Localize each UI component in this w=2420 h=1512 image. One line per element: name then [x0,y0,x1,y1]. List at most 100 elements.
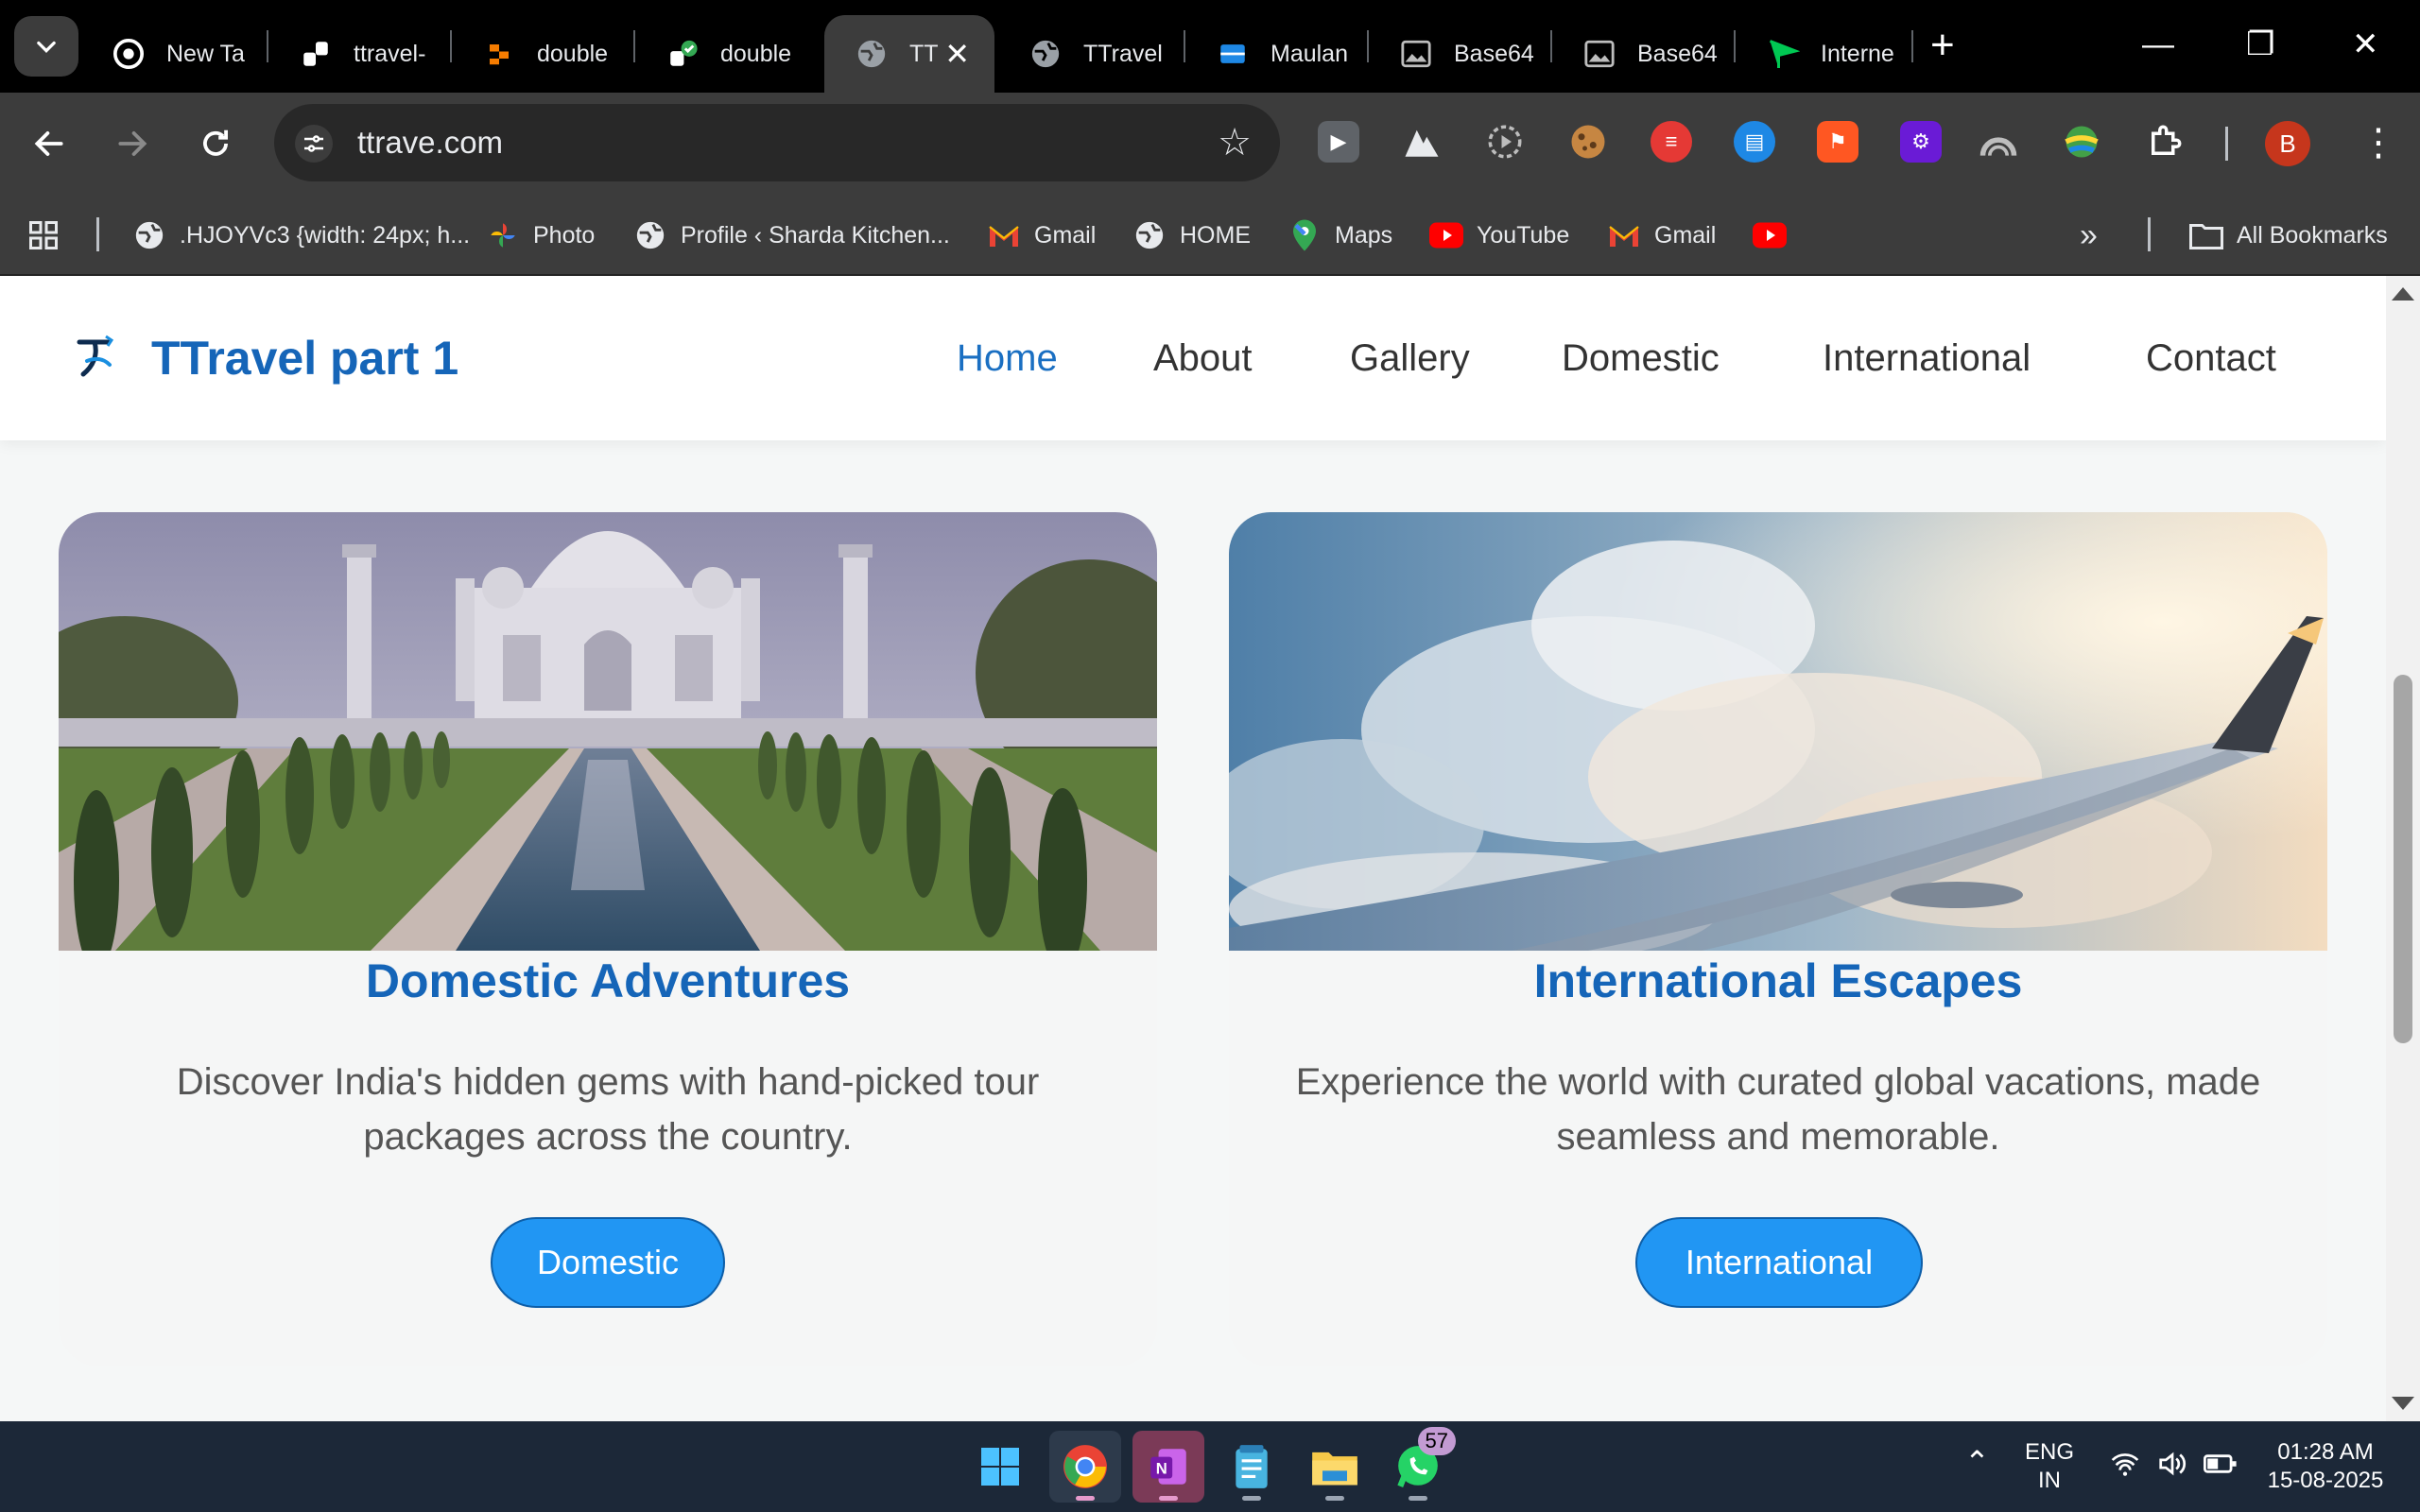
globe-icon [855,37,889,71]
site-header: TTravel part 1 Home About Gallery Domest… [0,276,2386,440]
show-hidden-icons-button[interactable]: ⌃ [1964,1447,1990,1477]
extension-gear-icon[interactable]: ⚙ [1900,121,1942,163]
nav-international[interactable]: International [1823,276,2031,440]
scrollbar-thumb[interactable] [2394,675,2412,1043]
battery-icon [2204,1454,2237,1473]
tab-title: New Ta [166,40,245,67]
bookmark-label: Gmail [1034,221,1097,249]
url-text[interactable]: ttrave.com [357,104,503,181]
checkmark-app-icon [666,37,700,71]
tab-internet[interactable]: Interne [1736,15,1911,93]
reload-button[interactable] [193,121,238,166]
extension-mountain-icon[interactable] [1401,121,1443,163]
extensions-puzzle-icon[interactable] [2144,121,2186,163]
restore-button[interactable]: ❐ [2246,23,2274,66]
scroll-down-arrow-icon[interactable] [2392,1397,2414,1410]
new-tab-button[interactable]: + [1930,25,1955,66]
extension-cookie-icon[interactable] [1567,121,1609,163]
folder-icon [2189,218,2223,252]
photos-pinwheel-icon [486,218,520,252]
more-bookmarks-button[interactable]: » [2080,195,2098,276]
bookmark-item[interactable]: Gmail [1607,195,1716,276]
site-info-icon[interactable] [295,125,333,163]
youtube-icon [1753,218,1787,252]
reload-icon [203,129,228,156]
tab-double-1[interactable]: double [452,15,633,93]
tab-base64-1[interactable]: Base64 [1369,15,1550,93]
globe-icon [1028,37,1063,71]
extension-arc-icon[interactable] [1978,121,2019,163]
nav-gallery[interactable]: Gallery [1350,276,1470,440]
taskbar-notepad[interactable] [1216,1431,1288,1503]
taskbar-whatsapp[interactable]: 57 [1382,1427,1456,1503]
extension-media-icon[interactable]: ▶ [1318,121,1359,163]
airplane-wing-image [1229,512,2327,951]
bookmark-item[interactable]: Gmail [987,195,1096,276]
bookmarks-bar: .HJOYVc3 {width: 24px; h... Photo Profil… [0,195,2420,276]
start-button[interactable] [964,1431,1036,1503]
bookmark-item[interactable]: Photo [486,195,595,276]
bookmark-item[interactable]: Profile ‹ Sharda Kitchen... [633,195,950,276]
extension-red-icon[interactable]: ≡ [1651,121,1692,163]
orange-app-icon [482,37,516,71]
bookmark-star-icon[interactable]: ☆ [1218,121,1252,164]
close-window-button[interactable]: ✕ [2352,23,2379,66]
card-title: International Escapes [1533,954,2023,1007]
bookmark-item[interactable]: HOME [1132,195,1251,276]
nav-contact[interactable]: Contact [2146,276,2276,440]
site-title[interactable]: TTravel part 1 [151,276,458,440]
tab-double-2[interactable]: double [635,15,817,93]
address-bar[interactable]: ttrave.com ☆ [274,104,1280,181]
apps-grid-button[interactable] [26,195,74,276]
extension-flag-icon[interactable]: ⚑ [1817,121,1858,163]
extension-docs-icon[interactable]: ▤ [1734,121,1775,163]
taskbar-onenote[interactable]: N [1132,1431,1204,1503]
tab-ttravel-repo[interactable]: ttravel- [268,15,450,93]
domestic-button[interactable]: Domestic [491,1217,725,1308]
bookmark-label: Photo [533,221,596,249]
all-bookmarks-button[interactable]: All Bookmarks [2189,195,2388,276]
bookmark-item[interactable]: Maps [1288,195,1392,276]
nav-about[interactable]: About [1153,276,1253,440]
international-card: International Escapes Experience the wor… [1229,512,2327,1366]
gmail-icon [1607,218,1641,252]
chevron-down-icon [37,41,56,53]
scroll-up-arrow-icon[interactable] [2392,287,2414,301]
bookmark-label: Gmail [1654,221,1717,249]
close-icon[interactable]: ✕ [944,36,970,72]
international-button[interactable]: International [1635,1217,1923,1308]
tab-base64-2[interactable]: Base64 [1552,15,1734,93]
globe-icon [1132,218,1167,252]
nav-domestic[interactable]: Domestic [1562,276,1720,440]
chrome-icon [1063,1445,1107,1488]
bookmark-item[interactable] [1753,195,1800,276]
tab-active-ttravel[interactable]: TT ✕ [824,15,994,93]
profile-avatar[interactable]: B [2265,121,2310,166]
tab-new-tab[interactable]: New Ta [81,15,267,93]
youtube-icon [1429,218,1463,252]
taskbar-chrome[interactable] [1049,1431,1121,1503]
tab-title: Interne [1821,40,1894,67]
bookmark-item[interactable]: .HJOYVc3 {width: 24px; h... [132,195,470,276]
taskbar-file-explorer[interactable] [1299,1431,1371,1503]
extension-globe-color-icon[interactable] [2061,121,2102,163]
menu-kebab-icon[interactable]: ⋮ [2360,119,2397,166]
blue-shield-icon [1216,37,1250,71]
bookmark-item[interactable]: YouTube [1429,195,1569,276]
tab-title: TTravel [1083,40,1163,67]
minimize-button[interactable]: — [2142,23,2174,66]
folder-icon [1312,1452,1357,1486]
quick-settings-button[interactable] [2110,1450,2238,1486]
clock[interactable]: 01:28 AM 15-08-2025 [2250,1438,2401,1495]
arrow-left-icon [34,131,63,156]
scrollbar[interactable] [2386,276,2420,1421]
tab-maulana[interactable]: Maulan [1185,15,1367,93]
bookmark-label: .HJOYVc3 {width: 24px; h... [180,221,471,249]
forward-button[interactable] [110,121,155,166]
back-button[interactable] [26,121,72,166]
nav-home[interactable]: Home [957,276,1058,440]
extension-record-icon[interactable] [1484,121,1526,163]
language-indicator[interactable]: ENG IN [2025,1438,2074,1495]
tab-search-button[interactable] [14,16,78,77]
tab-ttravel[interactable]: TTravel [998,15,1184,93]
